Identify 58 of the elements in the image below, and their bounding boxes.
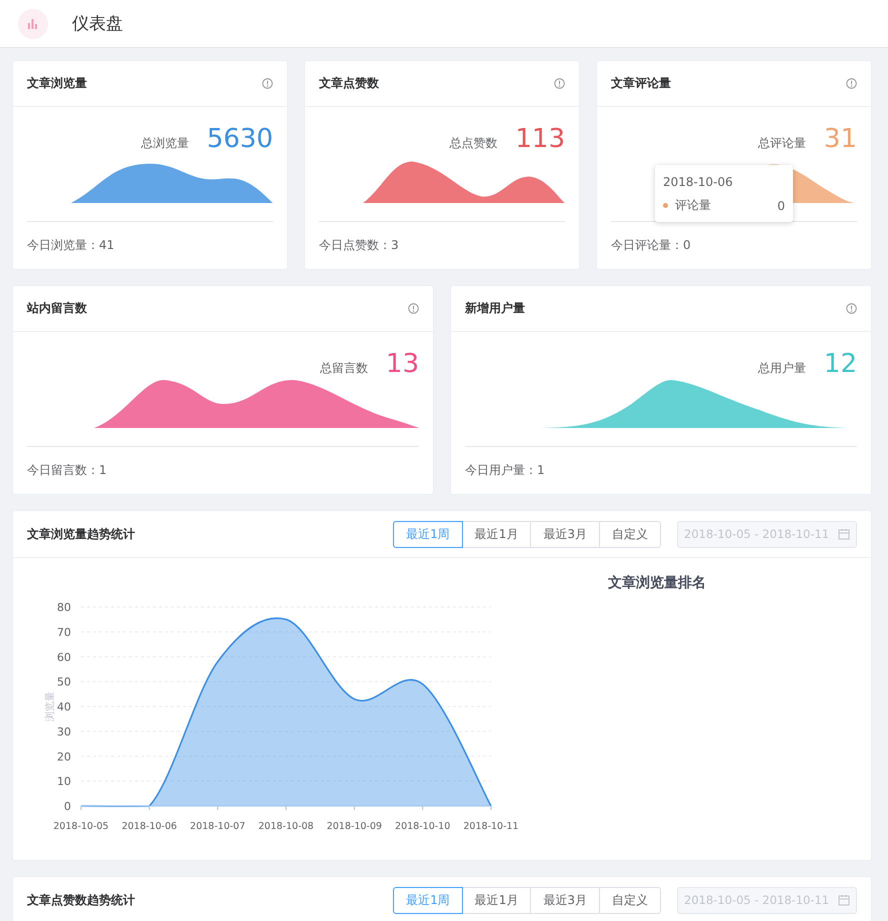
axis-label: 2018-10-09 [326,821,382,832]
axis-label: 60 [57,650,71,664]
card-title: 文章点赞数趋势统计 [27,892,135,908]
info-icon[interactable] [846,303,857,314]
card-title: 文章浏览量趋势统计 [27,526,135,542]
range-button[interactable]: 自定义 [599,886,661,914]
axis-label: 2018-10-07 [190,821,246,832]
total-value: 113 [515,124,565,154]
page-title: 仪表盘 [72,13,123,35]
axis-label: 50 [57,676,71,689]
info-icon[interactable] [408,303,419,314]
range-button[interactable]: 最近1月 [462,520,532,548]
card-title: 站内留言数 [27,300,87,317]
total-label: 总浏览量 [140,134,189,152]
axis-label: 2018-10-10 [395,821,450,832]
axis-label: 2018-10-08 [258,821,314,832]
tooltip-date: 2018-10-06 [663,175,734,189]
total-value: 5630 [206,124,273,154]
total-label: 总评论量 [758,134,806,152]
range-button[interactable]: 最近3月 [530,520,600,548]
total-label: 总用户量 [758,360,806,376]
calendar-icon [838,528,850,540]
axis-label: 80 [57,601,71,614]
axis-label: 10 [57,775,71,788]
axis-title: 浏览量 [45,692,56,722]
total-label: 总点赞数 [449,134,498,152]
card-title: 文章评论量 [611,75,671,92]
today-count: 今日浏览量：41 [27,237,116,254]
axis-label: 2018-10-05 [53,821,109,832]
range-button[interactable]: 自定义 [599,520,661,548]
total-value: 12 [824,349,857,379]
total-value: 13 [386,349,419,379]
axis-label: 0 [64,800,71,813]
series-value: 0 [777,198,785,212]
chart-logo-icon [18,8,48,38]
info-icon[interactable] [846,78,857,89]
chart-title: 文章浏览量排名 [608,574,706,592]
axis-label: 20 [57,750,71,764]
card-title: 文章点赞数 [319,75,379,92]
today-count: 今日点赞数：3 [319,237,400,254]
today-count: 今日用户量：1 [465,462,546,479]
card-title: 新增用户量 [465,300,525,317]
axis-label: 40 [57,700,71,714]
axis-label: 70 [57,626,71,639]
total-label: 总留言数 [320,360,368,376]
calendar-icon [838,894,850,906]
total-value: 31 [824,124,857,154]
range-button[interactable]: 最近1月 [462,886,532,914]
axis-label: 30 [57,725,71,738]
series-name: 评论量 [675,197,712,214]
today-count: 今日评论量：0 [611,237,692,254]
info-icon[interactable] [262,78,273,89]
range-button[interactable]: 最近3月 [530,886,600,914]
axis-label: 2018-10-11 [463,821,519,832]
info-icon[interactable] [554,78,565,89]
today-count: 今日留言数：1 [27,462,108,479]
card-title: 文章浏览量 [27,75,87,92]
axis-label: 2018-10-06 [122,821,177,832]
